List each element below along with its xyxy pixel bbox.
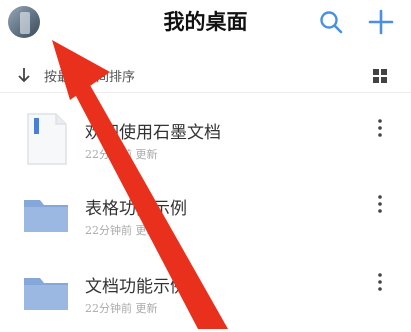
plus-icon[interactable] — [367, 8, 395, 36]
list-item[interactable]: 欢迎使用石墨文档 22分钟前 更新 — [0, 108, 411, 178]
arrow-down-icon — [18, 68, 30, 83]
more-options-icon[interactable] — [374, 272, 386, 292]
item-meta: 22分钟前 更新 — [85, 148, 158, 161]
search-icon[interactable] — [317, 8, 345, 36]
top-bar: 我的桌面 — [0, 0, 411, 44]
sort-bar[interactable]: 按最近时间排序 — [0, 58, 411, 93]
list-item[interactable]: 表格功能示例 22分钟前 更新 — [0, 184, 411, 254]
item-meta: 22分钟前 更新 — [85, 302, 158, 315]
item-meta: 22分钟前 更新 — [85, 224, 158, 237]
sort-label[interactable]: 按最近时间排序 — [44, 66, 135, 85]
folder-icon — [24, 278, 68, 310]
document-icon — [27, 113, 67, 165]
page-title: 我的桌面 — [163, 9, 248, 34]
more-options-icon[interactable] — [374, 118, 386, 138]
item-name: 欢迎使用石墨文档 — [85, 123, 221, 143]
item-name: 表格功能示例 — [85, 199, 187, 219]
grid-view-icon[interactable] — [372, 68, 388, 84]
list-item[interactable]: 文档功能示例 22分钟前 更新 — [0, 262, 411, 332]
item-name: 文档功能示例 — [85, 277, 187, 297]
more-options-icon[interactable] — [374, 194, 386, 214]
folder-icon — [24, 200, 68, 232]
